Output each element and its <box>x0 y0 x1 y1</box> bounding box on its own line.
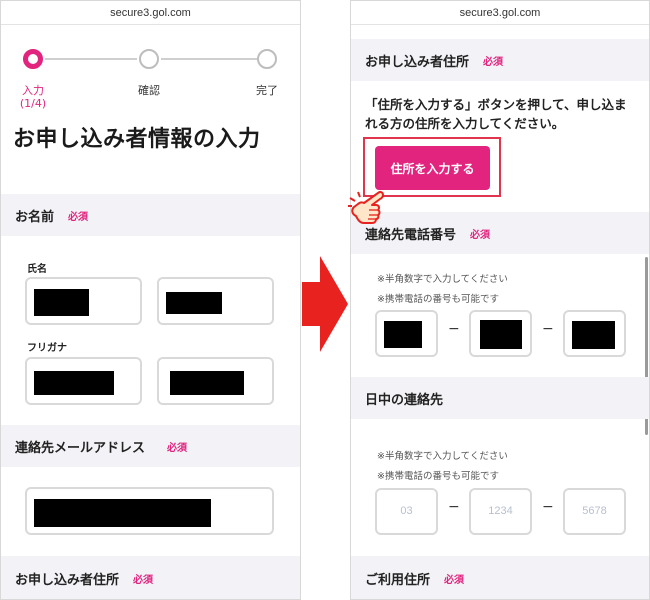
required-badge: 必須 <box>68 211 89 223</box>
name-label: 氏名 <box>27 264 47 275</box>
daytime-dash: − <box>542 499 554 515</box>
daytime-area-input[interactable]: 03 <box>375 488 438 535</box>
daytime-exchange-input[interactable]: 1234 <box>469 488 532 535</box>
step-1-label: 入力 (1/4) <box>19 84 47 110</box>
first-name-input[interactable] <box>157 277 274 325</box>
last-name-input[interactable] <box>25 277 142 325</box>
name-section-header: お名前 必須 <box>1 194 300 236</box>
address-section-header: お申し込み者住所 必須 <box>1 556 300 599</box>
kana-label: フリガナ <box>27 343 67 354</box>
next-arrow-icon <box>302 256 348 352</box>
right-screen: secure3.gol.com お申し込み者住所 必須 「住所を入力する」ボタン… <box>350 0 650 600</box>
daytime-contact-section-header: 日中の連絡先 <box>351 377 649 419</box>
step-connector <box>161 58 257 60</box>
daytime-dash: − <box>448 499 460 515</box>
address-section-header: お申し込み者住所 必須 <box>351 39 649 81</box>
email-input[interactable] <box>25 487 274 535</box>
phone-dash: − <box>542 321 554 337</box>
pointing-hand-icon <box>348 190 384 224</box>
step-2-label: 確認 <box>138 84 160 97</box>
email-section-header: 連絡先メールアドレス 必須 <box>1 425 300 467</box>
required-badge: 必須 <box>483 56 504 68</box>
phone-note-halfwidth: ※半角数字で入力してください <box>377 274 508 285</box>
required-badge: 必須 <box>133 575 154 586</box>
redacted-value <box>34 371 114 395</box>
required-badge: 必須 <box>470 229 491 241</box>
phone-exchange-input[interactable] <box>469 310 532 357</box>
daytime-note-halfwidth: ※半角数字で入力してください <box>377 451 508 462</box>
redacted-value <box>480 320 522 349</box>
step-3-label: 完了 <box>256 84 278 97</box>
step-3-indicator <box>257 49 277 69</box>
progress-stepper: 入力 (1/4) 確認 完了 <box>1 25 300 115</box>
section-title: お名前 <box>15 209 55 225</box>
redacted-value <box>572 321 615 349</box>
enter-address-button[interactable]: 住所を入力する <box>375 146 490 190</box>
redacted-value <box>384 321 422 348</box>
daytime-number-input[interactable]: 5678 <box>563 488 626 535</box>
placeholder-text: 5678 <box>582 505 607 517</box>
placeholder-text: 1234 <box>488 505 513 517</box>
first-name-kana-input[interactable] <box>157 357 274 405</box>
placeholder-text: 03 <box>400 505 413 517</box>
phone-area-input[interactable] <box>375 310 438 357</box>
page-title: お申し込み者情報の入力 <box>13 127 261 152</box>
section-title: 日中の連絡先 <box>365 392 444 408</box>
usage-address-section-header: ご利用住所 必須 <box>351 556 649 599</box>
step-1-indicator <box>23 49 43 69</box>
url-bar: secure3.gol.com <box>351 1 649 25</box>
phone-dash: − <box>448 321 460 337</box>
left-screen: secure3.gol.com 入力 (1/4) 確認 完了 お申し込み者情報の… <box>0 0 301 600</box>
phone-note-mobile: ※携帯電話の番号も可能です <box>377 294 499 305</box>
redacted-value <box>170 371 244 395</box>
section-title: お申し込み者住所 <box>365 54 470 70</box>
required-badge: 必須 <box>444 575 465 586</box>
phone-number-input[interactable] <box>563 310 626 357</box>
section-title: お申し込み者住所 <box>15 573 120 588</box>
last-name-kana-input[interactable] <box>25 357 142 405</box>
section-title: 連絡先メールアドレス <box>15 440 146 456</box>
address-instructions: 「住所を入力する」ボタンを押して、申し込まれる方の住所を入力してください。 <box>365 97 627 131</box>
url-bar: secure3.gol.com <box>1 1 300 25</box>
phone-section-header: 連絡先電話番号 必須 <box>351 212 649 254</box>
step-2-indicator <box>139 49 159 69</box>
redacted-value <box>34 289 89 316</box>
section-title: ご利用住所 <box>365 573 431 588</box>
redacted-value <box>166 292 222 314</box>
step-connector <box>45 58 137 60</box>
daytime-note-mobile: ※携帯電話の番号も可能です <box>377 471 499 482</box>
required-badge: 必須 <box>167 442 188 454</box>
redacted-value <box>34 499 211 527</box>
